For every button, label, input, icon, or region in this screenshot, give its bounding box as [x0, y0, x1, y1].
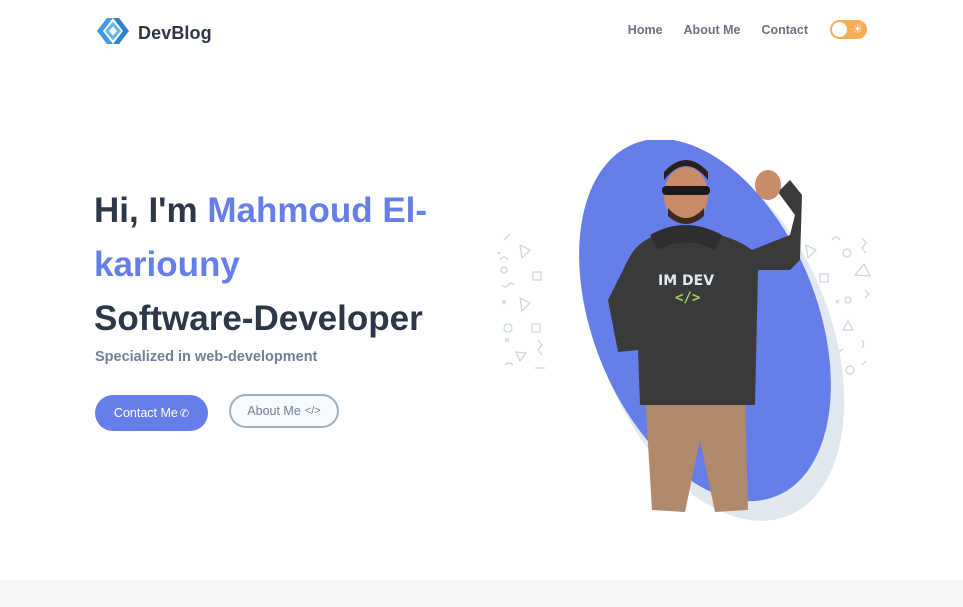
sun-icon: ☀ [852, 22, 863, 36]
diamond-logo-icon [94, 15, 132, 52]
about-me-label: About Me [247, 404, 301, 418]
nav-link-home[interactable]: Home [628, 23, 663, 37]
contact-me-label: Contact Me [113, 406, 178, 420]
nav-link-about[interactable]: About Me [684, 23, 741, 37]
brand-name: DevBlog [138, 23, 212, 43]
hoodie-text: IM DEV [658, 273, 714, 289]
code-icon: </> [304, 405, 321, 417]
hero-title: Hi, I'm Mahmoud El-kariouny [94, 184, 474, 292]
decorative-pattern-left [497, 233, 545, 369]
about-me-button[interactable]: About Me </> [229, 394, 339, 428]
phone-icon: ✆ [179, 407, 190, 420]
brand-logo[interactable]: DevBlog [94, 15, 212, 52]
hero-role: Software-Developer [94, 299, 423, 338]
contact-me-button[interactable]: Contact Me ✆ [95, 395, 208, 431]
next-section-strip [0, 580, 963, 607]
main-nav: Home About Me Contact ☀ [628, 20, 867, 39]
hero-visual: IM DEV </> [490, 138, 880, 540]
toggle-knob [832, 22, 847, 37]
page: DevBlog Home About Me Contact ☀ Hi, I'm … [0, 0, 963, 607]
nav-link-contact[interactable]: Contact [761, 23, 808, 37]
hero-illustration: IM DEV </> [497, 138, 872, 521]
hero-tagline: Specialized in web-development [95, 349, 318, 365]
theme-toggle[interactable]: ☀ [830, 20, 867, 39]
code-brackets-icon: </> [675, 290, 700, 306]
hero-greeting: Hi, I'm [94, 191, 208, 230]
